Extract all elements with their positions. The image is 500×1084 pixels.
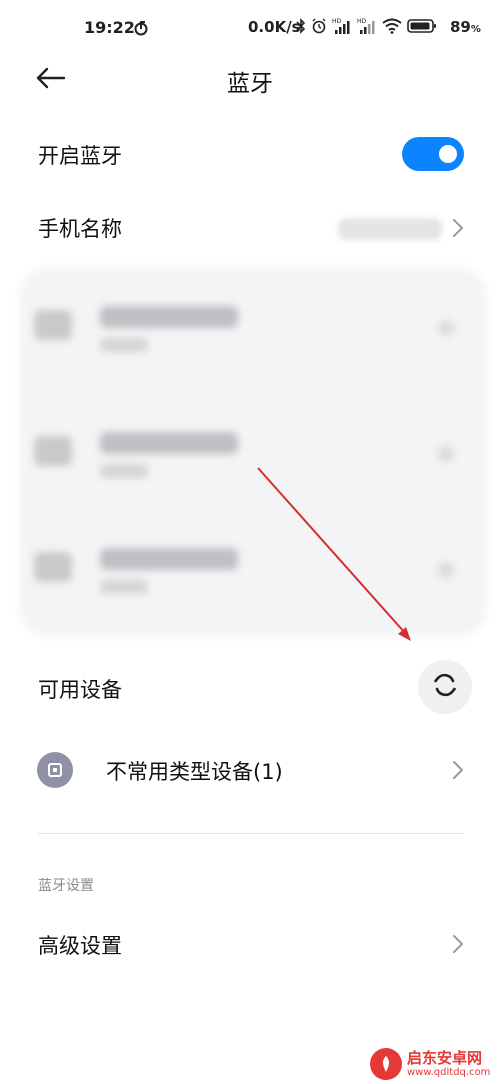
battery-icon [407,18,437,38]
device-icon [34,552,72,582]
header: 蓝牙 [0,58,500,102]
device-status-blurred [100,338,148,352]
watermark-name: 启东安卓网 [407,1049,483,1068]
watermark-logo-icon [370,1048,402,1080]
refresh-button[interactable] [418,660,472,714]
bluetooth-toggle-row[interactable]: 开启蓝牙 [0,124,500,184]
device-settings-icon[interactable] [438,562,454,578]
status-bar: 19:22 0.0K/s HD HD 89% [0,0,500,58]
bluetooth-switch[interactable] [402,137,464,171]
device-type-icon [37,752,73,788]
device-icon [34,310,72,340]
hd-signal-icon: HD [332,17,352,39]
device-settings-icon[interactable] [438,446,454,462]
refresh-icon [432,672,458,702]
paired-device-item[interactable] [20,402,486,512]
bluetooth-settings-group-title: 蓝牙设置 [38,878,94,894]
chevron-right-icon [451,932,465,956]
device-settings-icon[interactable] [438,320,454,336]
watermark: 启东安卓网 www.qdltdq.com [370,1046,498,1082]
available-devices-title: 可用设备 [38,678,122,702]
status-time: 19:22 [84,18,135,37]
battery-percent: 89% [450,18,481,36]
chevron-right-icon [451,758,465,782]
bluetooth-toggle-label: 开启蓝牙 [38,144,122,168]
device-icon [34,436,72,466]
battery-unit: % [470,24,481,35]
device-status-blurred [100,464,148,478]
page-title: 蓝牙 [227,71,273,97]
battery-value: 89 [450,18,471,36]
phone-name-row[interactable]: 手机名称 [0,198,500,258]
device-name-blurred [100,306,238,328]
advanced-settings-label: 高级设置 [38,934,122,958]
uncommon-devices-row[interactable]: 不常用类型设备(1) [0,740,500,800]
svg-text:HD: HD [357,18,367,25]
paired-device-item[interactable] [20,276,486,386]
wifi-icon [382,18,402,38]
device-name-blurred [100,432,238,454]
paired-devices-panel [20,268,486,636]
device-name-blurred [100,548,238,570]
chevron-right-icon [451,216,465,240]
watermark-url: www.qdltdq.com [407,1066,491,1078]
uncommon-devices-label: 不常用类型设备(1) [106,760,283,784]
advanced-settings-row[interactable]: 高级设置 [0,914,500,974]
phone-name-label: 手机名称 [38,217,122,241]
divider [38,833,464,834]
phone-name-value-blurred [338,218,442,240]
hd-signal-icon: HD [357,17,377,39]
alarm-icon [311,18,327,38]
network-speed: 0.0K/s [248,18,301,36]
paired-device-item[interactable] [20,518,486,628]
bluetooth-icon [296,18,306,38]
device-status-blurred [100,580,148,594]
svg-text:HD: HD [332,18,342,25]
app-notification-icon [133,20,149,36]
switch-knob [439,145,457,163]
